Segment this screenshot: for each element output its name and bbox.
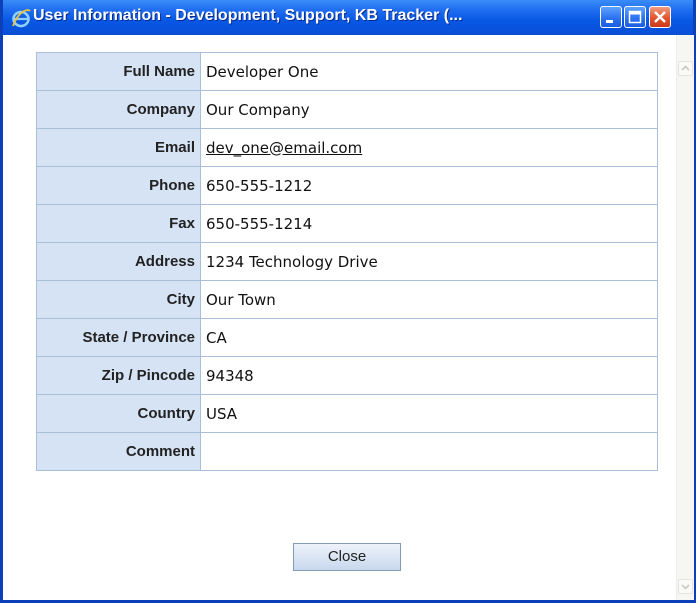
row-label: Full Name xyxy=(36,52,201,91)
email-link[interactable]: dev_one@email.com xyxy=(206,139,362,157)
maximize-icon xyxy=(628,10,642,24)
vertical-scrollbar[interactable] xyxy=(676,35,694,600)
maximize-button[interactable] xyxy=(624,6,646,28)
row-label: Address xyxy=(36,242,201,281)
window-title: User Information - Development, Support,… xyxy=(33,7,463,24)
row-label: Email xyxy=(36,128,201,167)
popup-window: User Information - Development, Support,… xyxy=(0,0,696,603)
row-label: Fax xyxy=(36,204,201,243)
table-row: Zip / Pincode 94348 xyxy=(36,356,658,395)
row-label: City xyxy=(36,280,201,319)
row-value: Developer One xyxy=(200,52,658,91)
minimize-button[interactable] xyxy=(600,6,622,28)
row-value: 94348 xyxy=(200,356,658,395)
row-label: Phone xyxy=(36,166,201,205)
table-row: Email dev_one@email.com xyxy=(36,128,658,167)
row-value: CA xyxy=(200,318,658,357)
row-label: Country xyxy=(36,394,201,433)
table-row: Country USA xyxy=(36,394,658,433)
chevron-up-icon xyxy=(681,65,690,71)
scroll-up-button[interactable] xyxy=(678,61,693,76)
row-label: Comment xyxy=(36,432,201,471)
title-bar[interactable]: User Information - Development, Support,… xyxy=(3,0,693,35)
table-row: Full Name Developer One xyxy=(36,52,658,91)
internet-explorer-icon xyxy=(10,7,32,29)
minimize-icon xyxy=(606,20,613,23)
row-value xyxy=(200,432,658,471)
row-value: USA xyxy=(200,394,658,433)
row-label: Company xyxy=(36,90,201,129)
close-icon xyxy=(654,11,666,23)
table-row: Fax 650-555-1214 xyxy=(36,204,658,243)
row-value: 650-555-1212 xyxy=(200,166,658,205)
row-value: Our Town xyxy=(200,280,658,319)
close-window-button[interactable] xyxy=(649,6,671,28)
row-label: Zip / Pincode xyxy=(36,356,201,395)
row-value: 650-555-1214 xyxy=(200,204,658,243)
table-row: State / Province CA xyxy=(36,318,658,357)
row-value: 1234 Technology Drive xyxy=(200,242,658,281)
chevron-down-icon xyxy=(681,584,690,590)
table-row: City Our Town xyxy=(36,280,658,319)
table-row: Address 1234 Technology Drive xyxy=(36,242,658,281)
close-button[interactable]: Close xyxy=(293,543,401,571)
row-value: Our Company xyxy=(200,90,658,129)
user-info-table: Full Name Developer One Company Our Comp… xyxy=(36,52,658,471)
table-row: Comment xyxy=(36,432,658,471)
row-label: State / Province xyxy=(36,318,201,357)
table-row: Company Our Company xyxy=(36,90,658,129)
scroll-down-button[interactable] xyxy=(678,579,693,594)
dialog-content: Full Name Developer One Company Our Comp… xyxy=(3,35,694,600)
row-value: dev_one@email.com xyxy=(200,128,658,167)
table-row: Phone 650-555-1212 xyxy=(36,166,658,205)
